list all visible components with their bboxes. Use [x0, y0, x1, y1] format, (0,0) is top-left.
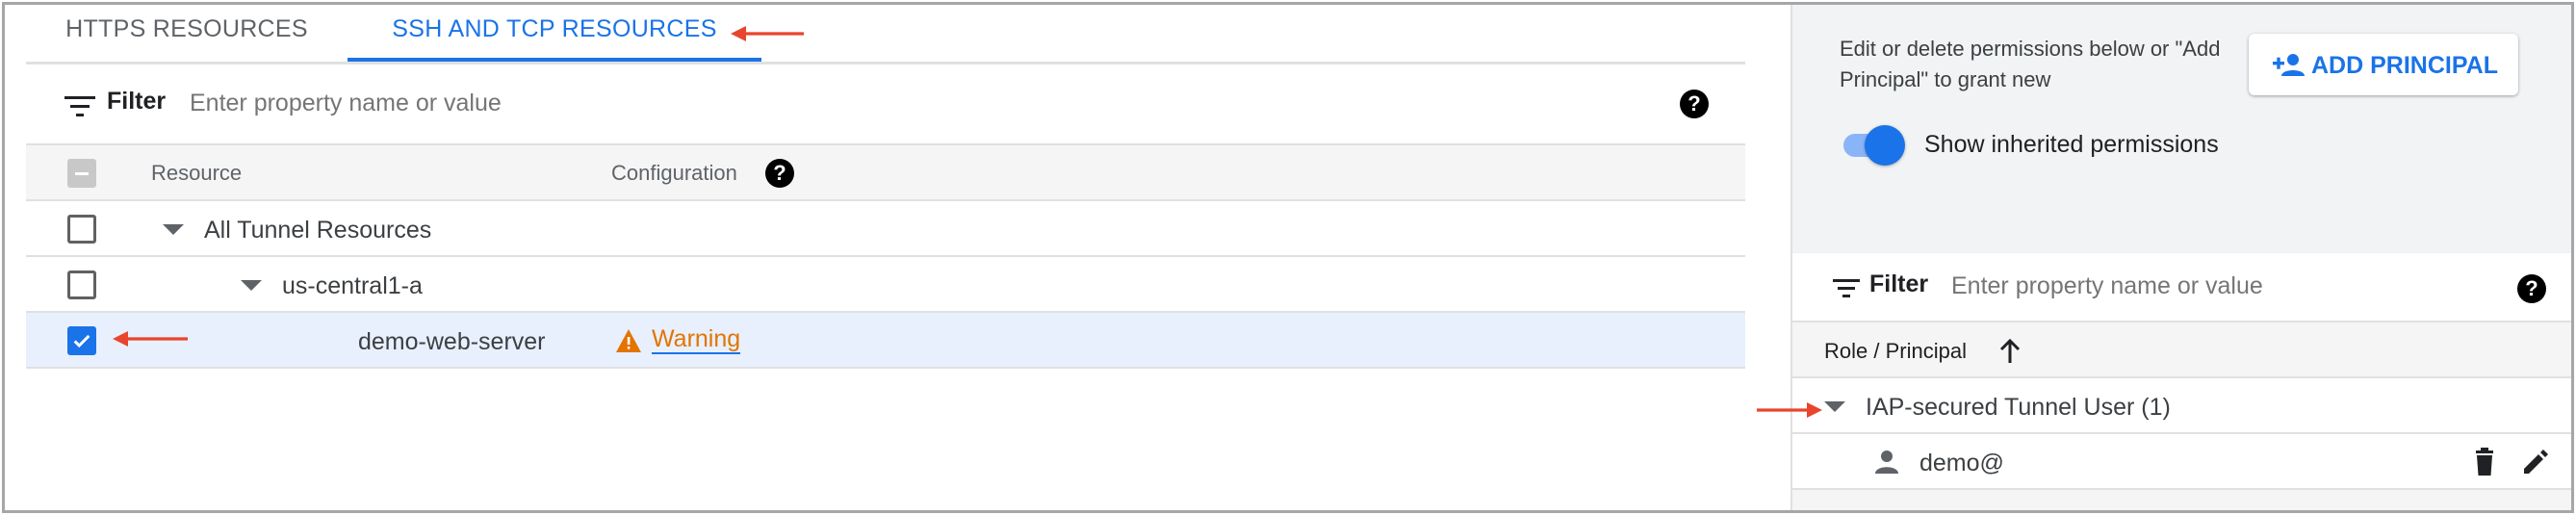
screenshot-frame: HTTPS RESOURCES SSH AND TCP RESOURCES Fi…: [2, 2, 2574, 513]
sort-up-icon[interactable]: [1997, 338, 2022, 365]
annotation-arrow-icon: [1757, 402, 1822, 418]
resource-name: All Tunnel Resources: [204, 217, 432, 244]
resources-filter-bar: Filter ?: [26, 64, 1745, 145]
filter-label: Filter: [1869, 270, 1929, 297]
caret-down-icon[interactable]: [163, 224, 184, 235]
resource-name: demo-web-server: [358, 328, 546, 355]
show-inherited-label: Show inherited permissions: [1924, 131, 2219, 158]
delete-icon[interactable]: [2473, 448, 2496, 476]
principal-name: demo@: [1919, 450, 2004, 476]
caret-down-icon[interactable]: [1824, 401, 1845, 412]
configuration-help-icon[interactable]: ?: [765, 159, 794, 188]
permissions-footer: [1792, 490, 2571, 510]
role-group-row[interactable]: IAP-secured Tunnel User (1): [1792, 378, 2571, 434]
add-principal-button[interactable]: ADD PRINCIPAL: [2249, 34, 2518, 95]
table-row[interactable]: us-central1-a: [26, 257, 1745, 313]
column-header-configuration[interactable]: Configuration: [611, 161, 737, 186]
help-icon[interactable]: ?: [1680, 90, 1709, 118]
permissions-filter-bar: Filter ?: [1792, 253, 2571, 322]
annotation-arrow-icon: [113, 331, 188, 347]
table-row[interactable]: All Tunnel Resources: [26, 201, 1745, 257]
configuration-warning-link[interactable]: Warning: [652, 325, 741, 354]
select-all-checkbox[interactable]: [67, 159, 96, 188]
filter-icon: [64, 96, 95, 117]
add-person-icon: [2273, 54, 2305, 76]
edit-icon[interactable]: [2521, 448, 2550, 476]
resource-tabs: HTTPS RESOURCES SSH AND TCP RESOURCES: [26, 5, 1745, 64]
role-group-name: IAP-secured Tunnel User (1): [1866, 394, 2171, 421]
show-inherited-toggle[interactable]: [1840, 123, 1905, 167]
table-row[interactable]: demo-web-server Warning: [26, 313, 1745, 369]
permissions-info-text: Edit or delete permissions below or "Add…: [1840, 37, 2221, 91]
permissions-table-header: Role / Principal: [1792, 322, 2571, 378]
warning-icon: [616, 329, 641, 352]
column-header-role-principal[interactable]: Role / Principal: [1824, 339, 1967, 364]
row-checkbox[interactable]: [67, 270, 96, 299]
permissions-header: Edit or delete permissions below or "Add…: [1792, 5, 2571, 253]
tab-https-resources[interactable]: HTTPS RESOURCES: [26, 5, 348, 62]
caret-down-icon[interactable]: [241, 280, 262, 291]
help-icon[interactable]: ?: [2517, 274, 2546, 303]
annotation-arrow-icon: [731, 26, 804, 41]
resources-filter-input[interactable]: [190, 84, 1152, 122]
row-checkbox[interactable]: [67, 326, 96, 355]
resources-panel: HTTPS RESOURCES SSH AND TCP RESOURCES Fi…: [26, 5, 1745, 510]
add-principal-label: ADD PRINCIPAL: [2311, 52, 2498, 79]
person-icon: [1875, 451, 1898, 474]
filter-label: Filter: [107, 88, 167, 115]
permissions-panel: Edit or delete permissions below or "Add…: [1790, 5, 2571, 510]
resources-table-header: Resource Configuration ?: [26, 145, 1745, 201]
tab-ssh-tcp-resources[interactable]: SSH AND TCP RESOURCES: [348, 5, 761, 62]
filter-icon: [1833, 279, 1864, 300]
check-icon: [73, 334, 90, 348]
resource-name: us-central1-a: [282, 272, 423, 299]
principal-row: demo@: [1792, 434, 2571, 490]
row-checkbox[interactable]: [67, 215, 96, 244]
permissions-filter-input[interactable]: [1951, 267, 2452, 305]
column-header-resource[interactable]: Resource: [151, 161, 242, 186]
